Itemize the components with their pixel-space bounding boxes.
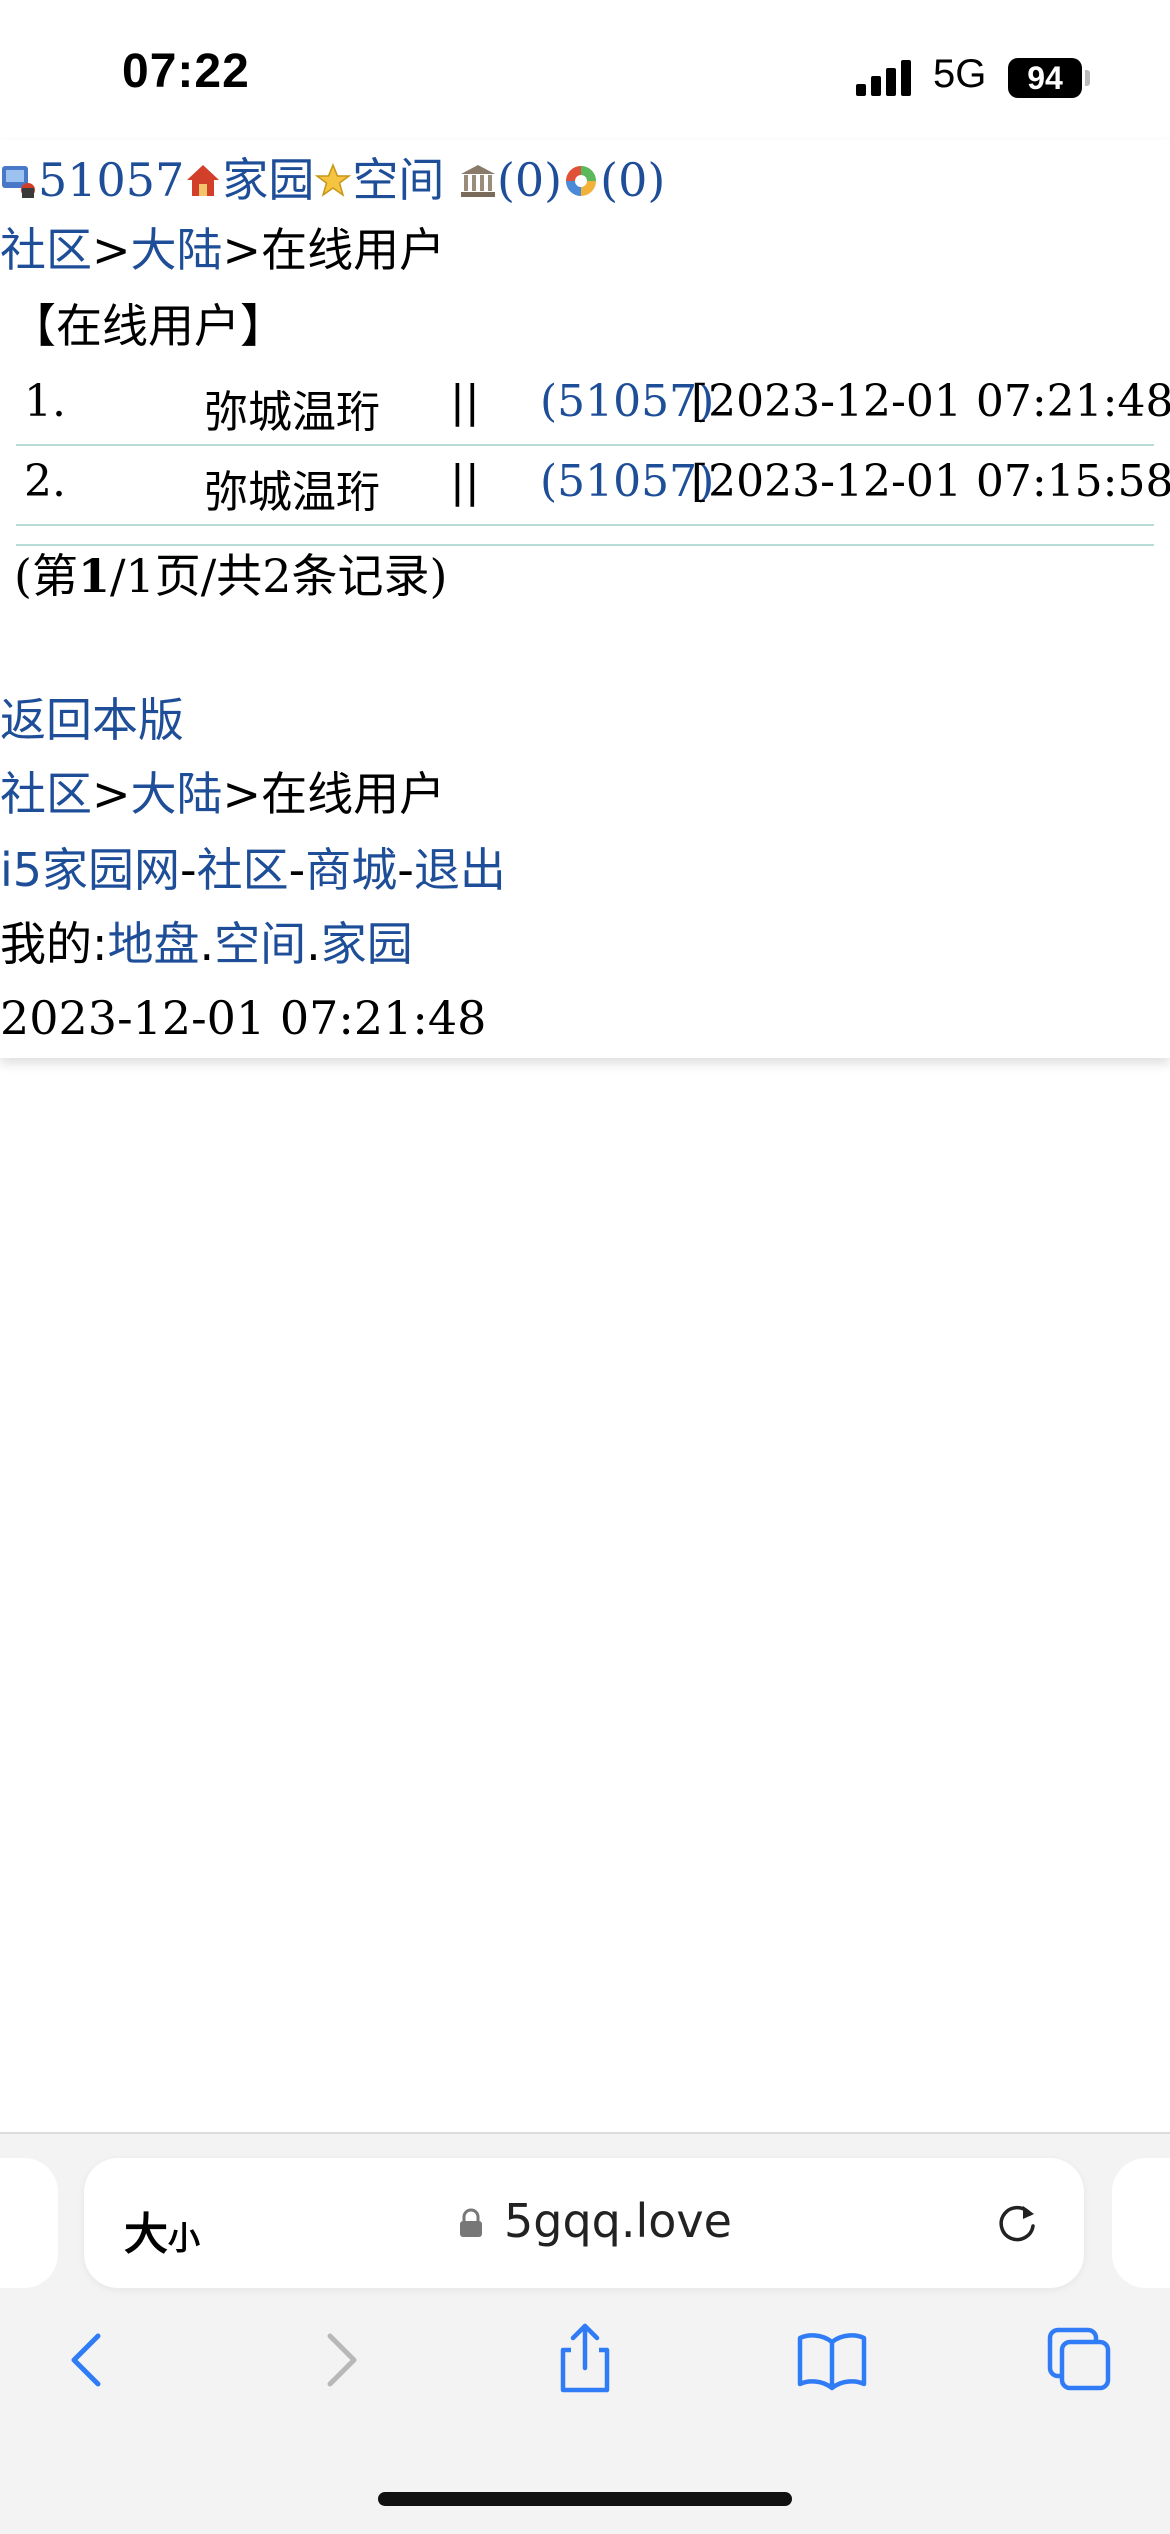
text-size-large: 大 [124, 2209, 168, 2260]
space-link[interactable]: 空间 [352, 153, 444, 207]
footer-region-link[interactable]: 大陆 [131, 767, 223, 821]
footer-site-links: i5家园网-社区-商城-退出 [0, 840, 506, 900]
my-space-link[interactable]: 空间 [214, 917, 306, 971]
pagination-info: (第1/1页/共2条记录) [14, 546, 447, 606]
home-link[interactable]: 家园 [222, 153, 314, 207]
star-icon[interactable] [314, 162, 352, 200]
row-separator: || [450, 376, 480, 427]
breadcrumb-separator: > [92, 767, 131, 821]
text-size-small: 小 [168, 2219, 201, 2257]
login-time: [2023-12-01 07:21:48] [691, 376, 1170, 427]
next-tab-peek[interactable] [1112, 2158, 1170, 2288]
network-type: 5G [933, 52, 987, 96]
photo-icon[interactable] [562, 162, 600, 200]
land-link[interactable]: 地盘 [108, 917, 200, 971]
bookmarks-icon[interactable] [792, 2320, 872, 2400]
text-size-button[interactable]: 大小 [124, 2198, 200, 2262]
dash: - [397, 843, 414, 897]
user-icon[interactable] [0, 162, 38, 200]
community-link[interactable]: 社区 [197, 843, 289, 897]
row-separator: || [450, 456, 480, 507]
pagination-prefix: (第 [14, 549, 78, 603]
breadcrumb-region-link[interactable]: 大陆 [131, 223, 223, 277]
back-icon[interactable] [48, 2320, 128, 2400]
breadcrumb-separator: > [92, 223, 131, 277]
user-id-link[interactable]: 51057 [38, 153, 184, 207]
bank-count-link[interactable]: (0) [497, 153, 562, 207]
browser-toolbar: 大小 5gqq.love [0, 2132, 1170, 2534]
home-icon[interactable] [184, 162, 222, 200]
battery-icon: 94 [1008, 58, 1082, 98]
dash: - [288, 843, 306, 897]
table-row: 1. 弥城温珩 || (51057) [2023-12-01 07:21:48] [16, 366, 1170, 446]
address-bar[interactable]: 大小 5gqq.love [84, 2158, 1084, 2288]
footer-my-links: 我的:地盘.空间.家园 [0, 914, 413, 974]
status-time: 07:22 [122, 45, 250, 98]
dash: - [180, 843, 197, 897]
signal-icon [856, 60, 914, 96]
breadcrumb-community-link[interactable]: 社区 [0, 223, 92, 277]
section-title: 【在线用户】 [10, 299, 286, 353]
tabs-icon[interactable] [1040, 2320, 1120, 2400]
table-row: 2. 弥城温珩 || (51057) [2023-12-01 07:15:58] [16, 446, 1170, 526]
reload-icon[interactable] [992, 2198, 1042, 2248]
pagination-current-page: 1 [77, 549, 110, 603]
battery-tip [1085, 70, 1090, 86]
photo-count-link[interactable]: (0) [600, 153, 665, 207]
share-icon[interactable] [545, 2320, 625, 2400]
footer-breadcrumb: 社区>大陆>在线用户 [0, 764, 445, 824]
breadcrumb-current: 在线用户 [261, 223, 446, 277]
bank-icon[interactable] [459, 162, 497, 200]
footer-community-link[interactable]: 社区 [0, 767, 92, 821]
back-row: 返回本版 [0, 690, 184, 750]
mall-link[interactable]: 商城 [305, 843, 397, 897]
web-page: 51057 家园 空间 (0) (0) 社区>大陆>在线用户 【在线用户】 1.… [0, 140, 1170, 1058]
status-bar: 07:22 5G 94 [0, 0, 1170, 140]
pagination-suffix: /1页/共2条记录) [109, 549, 448, 603]
footer-timestamp: 2023-12-01 07:21:48 [0, 991, 487, 1045]
breadcrumb-separator: > [222, 767, 262, 821]
dot: . [306, 917, 321, 971]
row-index: 1. [24, 376, 66, 427]
my-home-link[interactable]: 家园 [321, 917, 413, 971]
user-uid-link[interactable]: (51057) [540, 456, 714, 507]
row-index: 2. [24, 456, 66, 507]
url-domain[interactable]: 5gqq.love [504, 2194, 732, 2248]
breadcrumb: 社区>大陆>在线用户 [0, 220, 445, 280]
site-home-link[interactable]: i5家园网 [0, 843, 180, 897]
dot: . [199, 917, 215, 971]
top-nav: 51057 家园 空间 (0) (0) [0, 150, 665, 210]
back-to-board-link[interactable]: 返回本版 [0, 693, 184, 747]
logout-link[interactable]: 退出 [414, 843, 506, 897]
breadcrumb-separator: > [222, 223, 262, 277]
home-indicator[interactable] [378, 2492, 792, 2506]
user-name: 弥城温珩 [204, 387, 380, 438]
login-time: [2023-12-01 07:15:58] [691, 456, 1170, 507]
user-uid-link[interactable]: (51057) [540, 376, 714, 427]
mine-label: 我的: [0, 917, 108, 971]
footer-breadcrumb-current: 在线用户 [261, 767, 446, 821]
user-name: 弥城温珩 [204, 467, 380, 518]
lock-icon [460, 2208, 482, 2237]
previous-tab-peek[interactable] [0, 2158, 58, 2288]
forward-icon[interactable] [300, 2320, 380, 2400]
